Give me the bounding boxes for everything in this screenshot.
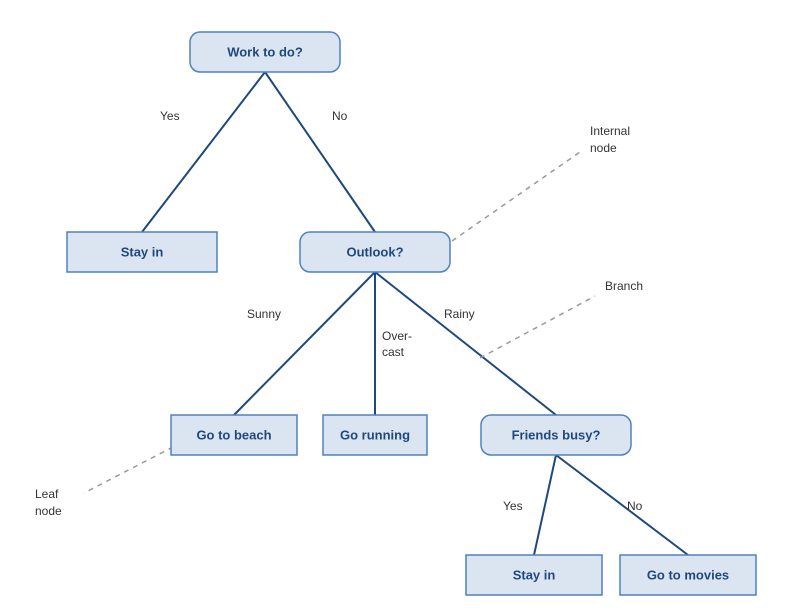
annotation-leaf2: node xyxy=(35,504,62,518)
decision-tree-diagram: Yes No Sunny Over- cast Rainy Yes No Wor… xyxy=(0,0,796,615)
annotation-internal1: Internal xyxy=(590,124,630,138)
annotation-line-internal xyxy=(452,152,580,241)
edge-root-no xyxy=(265,72,375,232)
edge-root-yes xyxy=(142,72,265,232)
edge-friends-yes xyxy=(534,455,556,555)
node-stayin2-label: Stay in xyxy=(513,567,556,582)
edge-label-outlook-sunny: Sunny xyxy=(247,307,281,321)
node-movies-label: Go to movies xyxy=(647,567,729,582)
node-stayin1-label: Stay in xyxy=(121,244,164,259)
node-beach-label: Go to beach xyxy=(196,427,271,442)
edge-label-outlook-over2: cast xyxy=(382,345,405,359)
edge-label-friends-yes: Yes xyxy=(503,499,523,513)
node-friends-label: Friends busy? xyxy=(512,427,601,442)
node-outlook-label: Outlook? xyxy=(346,244,403,259)
annotation-leaf1: Leaf xyxy=(35,487,59,501)
node-root-label: Work to do? xyxy=(227,44,303,59)
annotation-line-leaf xyxy=(84,447,173,493)
edge-label-outlook-over1: Over- xyxy=(382,329,412,343)
annotation-line-branch xyxy=(480,296,595,358)
edge-label-root-yes: Yes xyxy=(160,109,180,123)
edge-friends-no xyxy=(556,455,688,555)
node-running-label: Go running xyxy=(340,427,410,442)
edge-label-root-no: No xyxy=(332,109,348,123)
edge-label-friends-no: No xyxy=(627,499,643,513)
annotation-internal2: node xyxy=(590,141,617,155)
edge-label-outlook-rainy: Rainy xyxy=(444,307,475,321)
edge-outlook-sunny xyxy=(234,272,375,415)
edge-outlook-rainy xyxy=(375,272,556,415)
annotation-branch: Branch xyxy=(605,279,643,293)
